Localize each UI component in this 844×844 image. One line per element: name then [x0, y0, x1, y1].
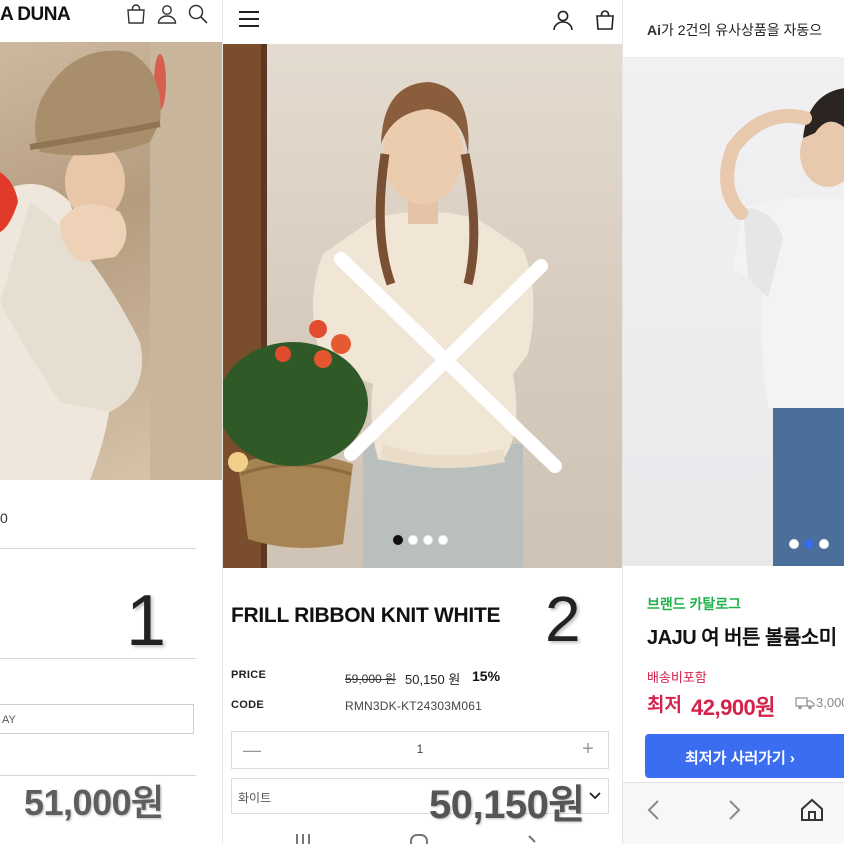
carousel-dot[interactable]: [408, 535, 418, 545]
product-photo[interactable]: [223, 44, 622, 568]
number-annotation: 1: [126, 581, 167, 661]
ai-banner-message: 가 2건의 유사상품을 자동으: [661, 22, 823, 38]
option-select[interactable]: AY: [0, 704, 194, 734]
quantity-value[interactable]: 1: [232, 742, 608, 756]
ai-mark: Ai: [647, 22, 661, 38]
discount-rate: 15%: [472, 668, 501, 684]
buy-lowest-price-button[interactable]: 최저가 사러가기 ›: [645, 734, 844, 778]
shopping-bag-icon[interactable]: [124, 2, 148, 26]
code-label: CODE: [231, 699, 264, 711]
lowest-price: 42,900원: [691, 695, 776, 720]
product-photo[interactable]: [0, 42, 222, 480]
menu-icon[interactable]: [237, 7, 261, 31]
number-annotation: 2: [545, 583, 581, 655]
sale-price: 50,150 원: [405, 672, 461, 687]
recent-apps-icon[interactable]: [296, 834, 310, 844]
chevron-down-icon[interactable]: [588, 788, 602, 802]
carousel-dot[interactable]: [423, 535, 433, 545]
brand-catalog-label[interactable]: 브랜드 카탈로그: [647, 594, 741, 614]
price-label: PRICE: [231, 669, 267, 681]
header: A DUNA: [0, 0, 222, 42]
model-photo-illustration: [720, 88, 844, 566]
decrease-button[interactable]: —: [242, 740, 262, 761]
model-photo-illustration: [0, 42, 222, 480]
brand-logo[interactable]: A DUNA: [0, 4, 71, 26]
header: [223, 0, 622, 44]
product-photo[interactable]: [623, 58, 844, 566]
selected-option[interactable]: 화이트: [238, 789, 271, 806]
lowest-price-label: 최저: [647, 695, 682, 716]
screenshot-panel-2: FRILL RIBBON KNIT WHITE 2 PRICE 59,000 원…: [222, 0, 622, 844]
product-title: FRILL RIBBON KNIT WHITE: [231, 604, 501, 627]
screenshot-panel-1: A DUNA 0 1 AY 51,000원: [0, 0, 222, 844]
user-icon[interactable]: [551, 8, 575, 32]
home-icon[interactable]: [799, 797, 825, 823]
original-price: 59,000 원: [345, 672, 397, 686]
product-title: JAJU 여 버튼 볼륨소미: [647, 627, 837, 649]
increase-button[interactable]: +: [578, 738, 598, 761]
product-code: RMN3DK-KT24303M061: [345, 699, 482, 713]
ai-banner[interactable]: Ai가 2건의 유사상품을 자동으: [623, 0, 844, 58]
search-icon[interactable]: [186, 2, 210, 26]
browser-bottom-bar: [623, 782, 844, 844]
divider: [0, 548, 196, 549]
forward-icon[interactable]: [721, 797, 747, 823]
divider: [0, 658, 196, 659]
price-annotation: 51,000원: [24, 782, 164, 823]
partial-text: 0: [0, 510, 8, 526]
carousel-dot[interactable]: [393, 535, 403, 545]
carousel-dot[interactable]: [804, 539, 814, 549]
user-icon[interactable]: [155, 2, 179, 26]
carousel-dot[interactable]: [438, 535, 448, 545]
back-icon[interactable]: [641, 797, 667, 823]
system-nav-bar: [296, 834, 536, 844]
carousel-dot[interactable]: [789, 539, 799, 549]
quantity-stepper[interactable]: 1 — +: [231, 731, 609, 769]
home-nav-icon[interactable]: [410, 834, 428, 844]
back-nav-icon[interactable]: [528, 835, 536, 843]
price-annotation: 50,150원: [429, 783, 585, 827]
carousel-dot[interactable]: [819, 539, 829, 549]
delivery-truck-icon: [795, 697, 815, 710]
shopping-bag-icon[interactable]: [593, 8, 617, 32]
shipping-included-label: 배송비포함: [647, 670, 707, 685]
image-carousel-dots[interactable]: [393, 535, 448, 545]
screenshot-panel-3: Ai가 2건의 유사상품을 자동으 브랜드 카탈로그 JAJU 여 버튼 볼륨소…: [622, 0, 844, 844]
image-carousel-dots[interactable]: [789, 539, 829, 549]
delivery-price: 3,000: [816, 695, 844, 710]
model-photo-illustration: [223, 44, 562, 568]
ai-banner-text: Ai가 2건의 유사상품을 자동으: [647, 20, 822, 40]
